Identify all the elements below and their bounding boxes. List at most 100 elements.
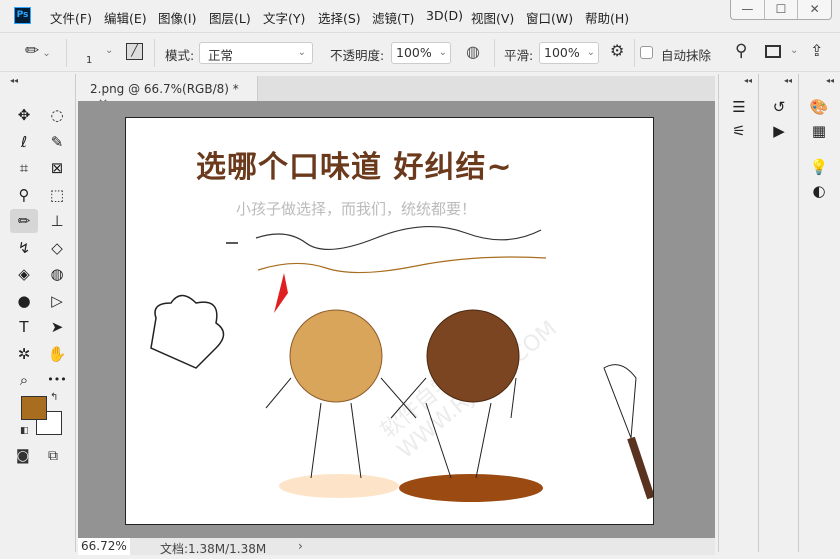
direct-select-icon[interactable]: ➤ [43, 315, 71, 339]
collapse-toolbox-icon[interactable]: ◂◂ [10, 76, 18, 85]
zoom-icon[interactable]: ⌕ [10, 368, 38, 392]
smoothing-value: 100% [544, 45, 580, 60]
menu-item[interactable]: 帮助(H) [585, 8, 629, 27]
menu-item[interactable]: 图层(L) [209, 8, 251, 27]
foreground-color-swatch[interactable] [21, 396, 47, 420]
dodge-icon[interactable]: ● [10, 289, 38, 313]
custom-shape-icon[interactable]: ✲ [10, 342, 38, 366]
smoothing-input[interactable]: 100% ⌄ [539, 42, 599, 64]
document-size: 文档:1.38M/1.38M [160, 542, 267, 556]
pencil-stroke [255, 226, 542, 251]
default-colors-icon[interactable]: ◧ [20, 426, 29, 436]
marquee-icon[interactable]: ◌ [43, 103, 71, 127]
stamp-icon[interactable]: ⊥ [43, 209, 71, 233]
smoothing-settings-gear-icon[interactable]: ⚙ [610, 41, 624, 60]
opacity-label: 不透明度: [330, 48, 385, 63]
mode-value: 正常 [208, 48, 234, 63]
collapse-panel-icon[interactable]: ◂◂ [826, 76, 834, 85]
actions-play-icon[interactable]: ▶ [767, 120, 791, 142]
auto-erase-label: 自动抹除 [661, 48, 712, 63]
pencil-tool-preset-icon[interactable]: ✏ ⌄ [25, 41, 51, 61]
status-menu-arrow-icon[interactable]: › [298, 539, 303, 553]
maximize-button[interactable]: ☐ [765, 0, 799, 19]
mode-label: 模式: [165, 48, 195, 63]
lasso-icon[interactable]: ℓ [10, 130, 38, 154]
collapse-panel-icon[interactable]: ◂◂ [744, 76, 752, 85]
zoom-level[interactable]: 66.72% [78, 538, 130, 555]
learn-icon[interactable]: 💡 [807, 156, 831, 178]
share-icon[interactable]: ⇪ [810, 41, 823, 60]
illustration [150, 226, 653, 502]
panel-dock-column: ◂◂ ☰ ⚟ [718, 74, 758, 552]
light-cookie [289, 309, 383, 403]
hand-icon[interactable]: ✋ [43, 342, 71, 366]
history-brush-icon[interactable]: ↯ [10, 236, 38, 260]
patch-icon[interactable]: ⬚ [43, 183, 71, 207]
auto-erase-checkbox[interactable] [640, 46, 653, 59]
quick-mask-icon[interactable]: ◙ [16, 448, 30, 464]
history-icon[interactable]: ↺ [767, 96, 791, 118]
brushes-icon[interactable]: ⚟ [727, 120, 751, 142]
opacity-value: 100% [396, 45, 432, 60]
whisk [603, 364, 637, 439]
swap-colors-icon[interactable]: ↰ [50, 392, 58, 403]
path-select-icon[interactable]: ▷ [43, 289, 71, 313]
brown-pencil-stroke [257, 256, 547, 274]
adjustments-icon[interactable]: ◐ [807, 180, 831, 202]
brush-settings-icon[interactable]: ☰ [727, 96, 751, 118]
menu-item[interactable]: 文字(Y) [263, 8, 305, 27]
quick-select-icon[interactable]: ✎ [43, 130, 71, 154]
pressure-opacity-icon[interactable]: ◍ [466, 42, 480, 61]
photoshop-logo: Ps [14, 7, 31, 24]
minimize-button[interactable]: — [731, 0, 765, 19]
mode-select[interactable]: 正常 ⌄ [199, 42, 313, 64]
whisk-handle [627, 436, 653, 500]
menubar: Ps 文件(F) 编辑(E) 图像(I) 图层(L) 文字(Y) 选择(S) 滤镜(T) 3D… [0, 0, 840, 32]
workspace-chevron-icon[interactable]: ⌄ [790, 45, 798, 56]
dark-cookie [426, 309, 520, 403]
shadow-right [399, 474, 543, 502]
opacity-input[interactable]: 100% ⌄ [391, 42, 451, 64]
crop-icon[interactable]: ⌗ [10, 156, 38, 180]
shadow-left [279, 474, 399, 498]
collapse-panel-icon[interactable]: ◂◂ [784, 76, 792, 85]
panel-dock-column: ◂◂ ↺ ▶ [758, 74, 798, 552]
color-palette-icon[interactable]: 🎨 [807, 96, 831, 118]
document-image[interactable]: 选哪个口味道 好纠结~ 小孩子做选择，而我们，统统都要！ 软件自学网 WWW.R… [125, 117, 654, 525]
panel-dock-column: ◂◂ 🎨 ▦ 💡 ◐ [798, 74, 840, 552]
frame-icon[interactable]: ⊠ [43, 156, 71, 180]
swatches-icon[interactable]: ▦ [807, 120, 831, 142]
pencil-icon[interactable]: ✏ [10, 209, 38, 233]
brush-picker-chevron-icon[interactable]: ⌄ [105, 45, 113, 56]
close-button[interactable]: ✕ [798, 0, 831, 19]
options-bar: ✏ ⌄ 1 ⌄ ╱ 模式: 正常 ⌄ 不透明度: 100% ⌄ ◍ 平滑: 100%… [0, 32, 840, 72]
menu-item[interactable]: 滤镜(T) [372, 8, 414, 27]
menu-item[interactable]: 图像(I) [158, 8, 196, 27]
red-arrow [274, 273, 288, 313]
status-bar: 66.72% 文档:1.38M/1.38M › [78, 538, 715, 556]
window-controls: — ☐ ✕ [730, 0, 832, 20]
paint-bucket-icon[interactable]: ◈ [10, 262, 38, 286]
menu-item[interactable]: 3D(D) [426, 8, 463, 23]
document-tab[interactable]: 2.png @ 66.7%(RGB/8) * × [78, 76, 258, 110]
move-icon[interactable]: ✥ [10, 103, 38, 127]
eraser-icon[interactable]: ◇ [43, 236, 71, 260]
menu-item[interactable]: 选择(S) [318, 8, 361, 27]
type-icon[interactable]: T [10, 315, 38, 339]
blur-icon[interactable]: ◍ [43, 262, 71, 286]
menu-item[interactable]: 编辑(E) [104, 8, 147, 27]
menu-item[interactable]: 文件(F) [50, 8, 92, 27]
menu-item[interactable]: 窗口(W) [526, 8, 573, 27]
document-tab-title: 2.png @ 66.7%(RGB/8) * [90, 82, 239, 96]
screen-mode-icon[interactable]: ⧉ [48, 448, 58, 464]
smoothing-label: 平滑: [504, 48, 534, 63]
menu-item[interactable]: 视图(V) [471, 8, 514, 27]
more-tools-icon[interactable]: ••• [43, 368, 71, 392]
brush-panel-toggle-icon[interactable]: ╱ [126, 43, 143, 60]
workspace-icon[interactable] [765, 45, 781, 58]
search-icon[interactable]: ⚲ [735, 41, 747, 61]
brush-size[interactable]: 1 [86, 55, 92, 66]
toolbox: ◂◂ ✥ ◌ ℓ ✎ ⌗ ⊠ ⚲ ⬚ ✏ ⊥ ↯ ◇ ◈ ◍ ● ▷ T ➤ ✲ ✋ ⌕ ••• ↰ ◧ ◙ ⧉ [6, 74, 76, 552]
eyedropper-icon[interactable]: ⚲ [10, 183, 38, 207]
chef-hat [150, 294, 225, 369]
